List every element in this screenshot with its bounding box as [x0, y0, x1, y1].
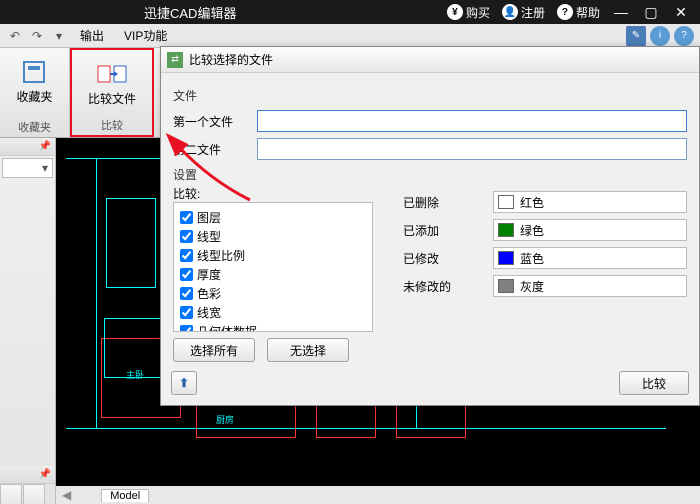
- deleted-color-select[interactable]: 红色: [493, 191, 687, 213]
- favorites-btn-label: 收藏夹: [16, 88, 52, 105]
- pin-icon[interactable]: 📌: [39, 141, 51, 152]
- info-icon[interactable]: i: [650, 26, 670, 46]
- tab-output[interactable]: 输出: [70, 24, 114, 47]
- status-bar: ◀ Model: [56, 486, 700, 504]
- select-none-button[interactable]: 无选择: [267, 338, 349, 362]
- cad-label-room1: 厨房: [216, 413, 234, 426]
- swatch-red: [498, 195, 514, 209]
- file2-input[interactable]: [257, 138, 687, 160]
- quick-access-toolbar: ↶ ↷ ▾ 输出 VIP功能 ✎ i ?: [0, 24, 700, 48]
- compare-files-button[interactable]: 比较文件: [80, 54, 144, 111]
- dialog-titlebar[interactable]: ⇄ 比较选择的文件: [161, 47, 699, 73]
- tab-vip[interactable]: VIP功能: [114, 24, 177, 47]
- panel-header-top: 📌: [0, 138, 55, 156]
- panel-tab-2[interactable]: [23, 484, 45, 504]
- ribbon-group-compare: 比较文件 比较: [70, 48, 154, 137]
- pin-icon-2[interactable]: 📌: [39, 469, 51, 480]
- help-label: 帮助: [576, 4, 600, 21]
- undo-button[interactable]: ↶: [4, 26, 26, 46]
- model-tab[interactable]: Model: [101, 489, 149, 502]
- favorites-group-label: 收藏夹: [18, 119, 51, 135]
- compare-icon: [96, 58, 128, 90]
- tab-nav-prev[interactable]: ◀: [62, 488, 71, 502]
- select-all-button[interactable]: 选择所有: [173, 338, 255, 362]
- modified-label: 已修改: [403, 250, 493, 267]
- check-geometry[interactable]: 几何体数据: [180, 323, 366, 332]
- modified-color-select[interactable]: 蓝色: [493, 247, 687, 269]
- maximize-button[interactable]: ▢: [636, 0, 666, 24]
- dialog-title: 比较选择的文件: [189, 51, 273, 68]
- file-section-label: 文件: [173, 87, 687, 104]
- dialog-icon: ⇄: [167, 52, 183, 68]
- minimize-button[interactable]: —: [606, 0, 636, 24]
- favorites-icon: [18, 56, 50, 88]
- buy-link[interactable]: ¥ 购买: [447, 4, 490, 21]
- compare-group-label: 比较: [101, 117, 123, 133]
- panel-tabs: [0, 484, 55, 504]
- swatch-blue: [498, 251, 514, 265]
- swatch-gray: [498, 279, 514, 293]
- cad-label-room2: 主卧: [126, 368, 144, 381]
- cart-icon: ¥: [447, 4, 463, 20]
- compare-dialog: ⇄ 比较选择的文件 文件 第一个文件 第二文件 设置 比较: 图层 线型 线型比…: [160, 46, 700, 406]
- buy-label: 购买: [466, 4, 490, 21]
- redo-button[interactable]: ↷: [26, 26, 48, 46]
- panel-dropdown[interactable]: ▾: [2, 158, 53, 178]
- close-button[interactable]: ✕: [666, 0, 696, 24]
- help-icon: ?: [557, 4, 573, 20]
- compare-run-button[interactable]: 比较: [619, 371, 689, 395]
- deleted-label: 已删除: [403, 194, 493, 211]
- register-label: 注册: [521, 4, 545, 21]
- added-label: 已添加: [403, 222, 493, 239]
- check-layer[interactable]: 图层: [180, 209, 366, 226]
- unchanged-color-select[interactable]: 灰度: [493, 275, 687, 297]
- settings-label: 设置: [173, 166, 687, 183]
- side-panel: 📌 ▾ 📌: [0, 138, 56, 504]
- file1-label: 第一个文件: [173, 113, 257, 130]
- unchanged-label: 未修改的: [403, 278, 493, 295]
- file2-label: 第二文件: [173, 141, 257, 158]
- file1-input[interactable]: [257, 110, 687, 132]
- swatch-green: [498, 223, 514, 237]
- check-thickness[interactable]: 厚度: [180, 266, 366, 283]
- help-link[interactable]: ? 帮助: [557, 4, 600, 21]
- check-lineweight[interactable]: 线宽: [180, 304, 366, 321]
- user-icon: 👤: [502, 4, 518, 20]
- ribbon-group-favorites: 收藏夹 收藏夹: [0, 48, 70, 137]
- register-link[interactable]: 👤 注册: [502, 4, 545, 21]
- style-icon[interactable]: ✎: [626, 26, 646, 46]
- qat-dropdown[interactable]: ▾: [48, 26, 70, 46]
- check-color[interactable]: 色彩: [180, 285, 366, 302]
- qat-help-icon[interactable]: ?: [674, 26, 694, 46]
- app-title: 迅捷CAD编辑器: [144, 3, 236, 22]
- check-ltscale[interactable]: 线型比例: [180, 247, 366, 264]
- compare-btn-label: 比较文件: [88, 90, 136, 107]
- compare-checklist: 图层 线型 线型比例 厚度 色彩 线宽 几何体数据: [173, 202, 373, 332]
- favorites-button[interactable]: 收藏夹: [8, 52, 60, 109]
- compare-label: 比较:: [173, 185, 373, 202]
- check-linetype[interactable]: 线型: [180, 228, 366, 245]
- color-settings: 已删除 红色 已添加 绿色 已修改: [403, 185, 687, 362]
- panel-header-bottom: 📌: [0, 466, 55, 484]
- panel-tab-1[interactable]: [0, 484, 22, 504]
- added-color-select[interactable]: 绿色: [493, 219, 687, 241]
- collapse-button[interactable]: ⬆: [171, 371, 197, 395]
- titlebar: 迅捷CAD编辑器 ¥ 购买 👤 注册 ? 帮助 — ▢ ✕: [0, 0, 700, 24]
